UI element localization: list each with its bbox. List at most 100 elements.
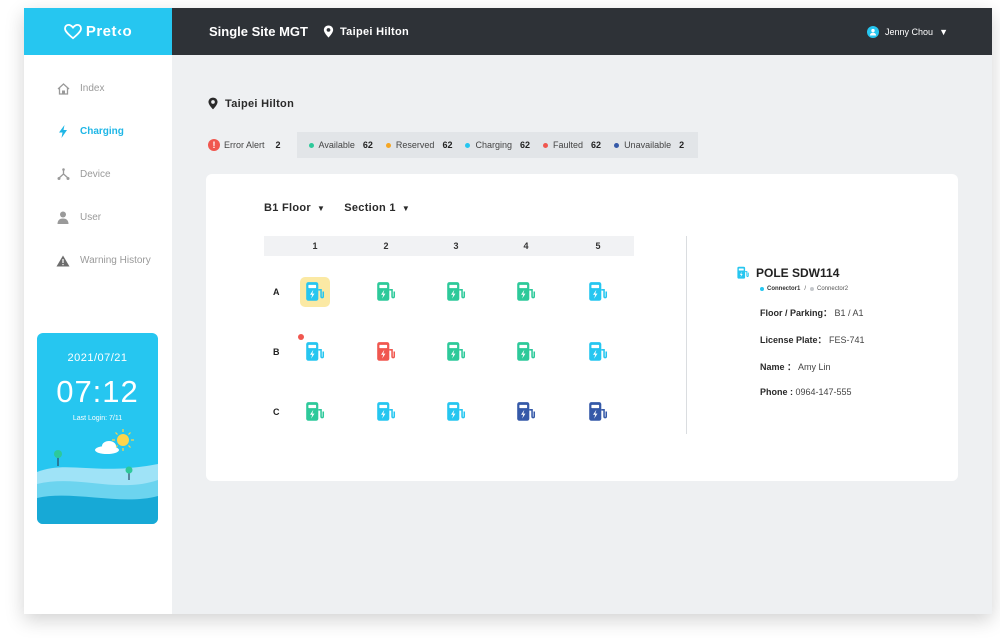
legend-count: 62 [520, 140, 531, 150]
charger-available-icon [375, 281, 397, 303]
floor-parking-value: B1 / A1 [834, 308, 864, 318]
error-alert[interactable]: ! Error Alert 2 [208, 139, 291, 151]
landscape-illustration [37, 429, 158, 524]
legend-available[interactable]: Available 62 [308, 140, 373, 150]
status-dot-icon [385, 142, 391, 148]
current-date: 2021/07/21 [67, 352, 128, 364]
error-alert-count: 2 [275, 140, 281, 150]
charger-slot-b1[interactable] [298, 334, 330, 367]
device-icon [56, 168, 70, 182]
sidebar-item-label: Device [80, 169, 111, 180]
status-dot-icon [543, 142, 549, 148]
user-menu[interactable]: Jenny Chou ▼ [867, 8, 948, 55]
logo[interactable]: Pret‹o [24, 8, 172, 55]
charger-slot-a4[interactable] [511, 277, 541, 307]
floor-parking-row: Floor / Parking： B1 / A1 [760, 306, 865, 319]
connector-1[interactable]: Connector1 [767, 286, 800, 292]
charger-unavailable-icon [587, 401, 609, 423]
location-filters: B1 Floor ▼ Section 1 ▼ [264, 202, 429, 214]
row-label: C [273, 407, 280, 417]
time-card: 2021/07/21 07:12 Last Login: 7/11 [37, 333, 158, 524]
page-title: Taipei Hilton [208, 97, 294, 110]
sidebar-item-user[interactable]: User [24, 196, 172, 239]
caret-down-icon: ▼ [401, 203, 411, 213]
license-plate-label: License Plate： [760, 335, 827, 345]
sidebar-item-device[interactable]: Device [24, 153, 172, 196]
charger-unavailable-icon [515, 401, 537, 423]
charger-available-icon [515, 281, 537, 303]
app-window: Pret‹o Index Charging Device User Warnin… [24, 8, 992, 614]
location-pin-icon [323, 25, 334, 38]
column-label: 1 [312, 241, 318, 251]
charger-charging-icon [304, 281, 326, 303]
charger-slot-c1[interactable] [300, 397, 330, 427]
charger-slot-c5[interactable] [583, 397, 613, 427]
column-label: 4 [523, 241, 529, 251]
sidebar-item-charging[interactable]: Charging [24, 110, 172, 153]
charging-map-card: B1 Floor ▼ Section 1 ▼ 1 2 3 4 5 A B C P… [206, 174, 958, 481]
connector-2[interactable]: Connector2 [817, 286, 848, 292]
charger-charging-icon [375, 401, 397, 423]
charger-slot-b5[interactable] [583, 337, 613, 367]
last-login: Last Login: 7/11 [72, 415, 123, 422]
charger-slot-a2[interactable] [371, 277, 401, 307]
charger-slot-a5[interactable] [583, 277, 613, 307]
charger-slot-c3[interactable] [441, 397, 471, 427]
column-label: 5 [595, 241, 601, 251]
charger-slot-c2[interactable] [371, 397, 401, 427]
name-label: Name ： [760, 362, 797, 372]
charger-available-icon [515, 341, 537, 363]
user-icon [56, 211, 70, 225]
sidebar-nav: Index Charging Device User Warning Histo… [24, 67, 172, 282]
legend-faulted[interactable]: Faulted 62 [543, 140, 601, 150]
location-pin-icon [208, 97, 218, 110]
legend-charging[interactable]: Charging 62 [465, 140, 530, 150]
error-alert-icon: ! [208, 139, 220, 151]
column-label: 2 [383, 241, 389, 251]
row-label: A [273, 287, 280, 297]
legend-count: 2 [679, 140, 685, 150]
status-summary: ! Error Alert 2 Available 62 Reserved 62… [208, 132, 699, 158]
charger-slot-c4[interactable] [511, 397, 541, 427]
status-dot-icon [760, 287, 764, 291]
legend-label: Available [318, 140, 355, 150]
connector-list: Connector1 / Connector2 [760, 286, 865, 292]
legend-count: 62 [362, 140, 373, 150]
charger-slot-a3[interactable] [441, 277, 471, 307]
sidebar-item-label: Warning History [80, 255, 151, 266]
license-plate-value: FES-741 [829, 335, 865, 345]
row-label: B [273, 347, 280, 357]
sidebar-item-index[interactable]: Index [24, 67, 172, 110]
legend-label: Unavailable [624, 140, 672, 150]
legend-count: 62 [442, 140, 453, 150]
sidebar-item-label: Charging [80, 126, 124, 137]
section-dropdown[interactable]: Section 1 ▼ [344, 202, 410, 214]
charger-faulted-icon [375, 341, 397, 363]
site-name[interactable]: Taipei Hilton [340, 26, 409, 38]
lightning-icon [56, 125, 70, 139]
charger-charging-icon [445, 401, 467, 423]
warning-icon [56, 254, 70, 268]
tree-icon [54, 450, 62, 466]
legend-reserved[interactable]: Reserved 62 [385, 140, 453, 150]
pole-detail: POLE SDW114 Connector1 / Connector2 Floo… [737, 266, 865, 397]
phone-value: 0964-147-555 [795, 387, 852, 397]
charger-icon [737, 266, 749, 279]
error-badge-icon [298, 334, 304, 340]
charger-slot-b2[interactable] [371, 337, 401, 367]
legend-label: Faulted [553, 140, 584, 150]
sidebar-item-warning-history[interactable]: Warning History [24, 239, 172, 282]
column-header: 1 2 3 4 5 [264, 236, 634, 256]
charger-slot-b3[interactable] [441, 337, 471, 367]
legend-unavailable[interactable]: Unavailable 2 [614, 140, 684, 150]
charger-slot-b4[interactable] [511, 337, 541, 367]
charger-slot-a1[interactable] [300, 277, 330, 307]
floor-dropdown-value: B1 Floor [264, 202, 312, 214]
sidebar-item-label: User [80, 212, 102, 223]
status-dot-icon [810, 287, 815, 291]
current-time: 07:12 [56, 374, 139, 409]
floor-dropdown[interactable]: B1 Floor ▼ [264, 202, 325, 214]
name-row: Name ： Amy Lin [760, 360, 865, 373]
legend-label: Reserved [395, 140, 435, 150]
charger-available-icon [445, 341, 467, 363]
